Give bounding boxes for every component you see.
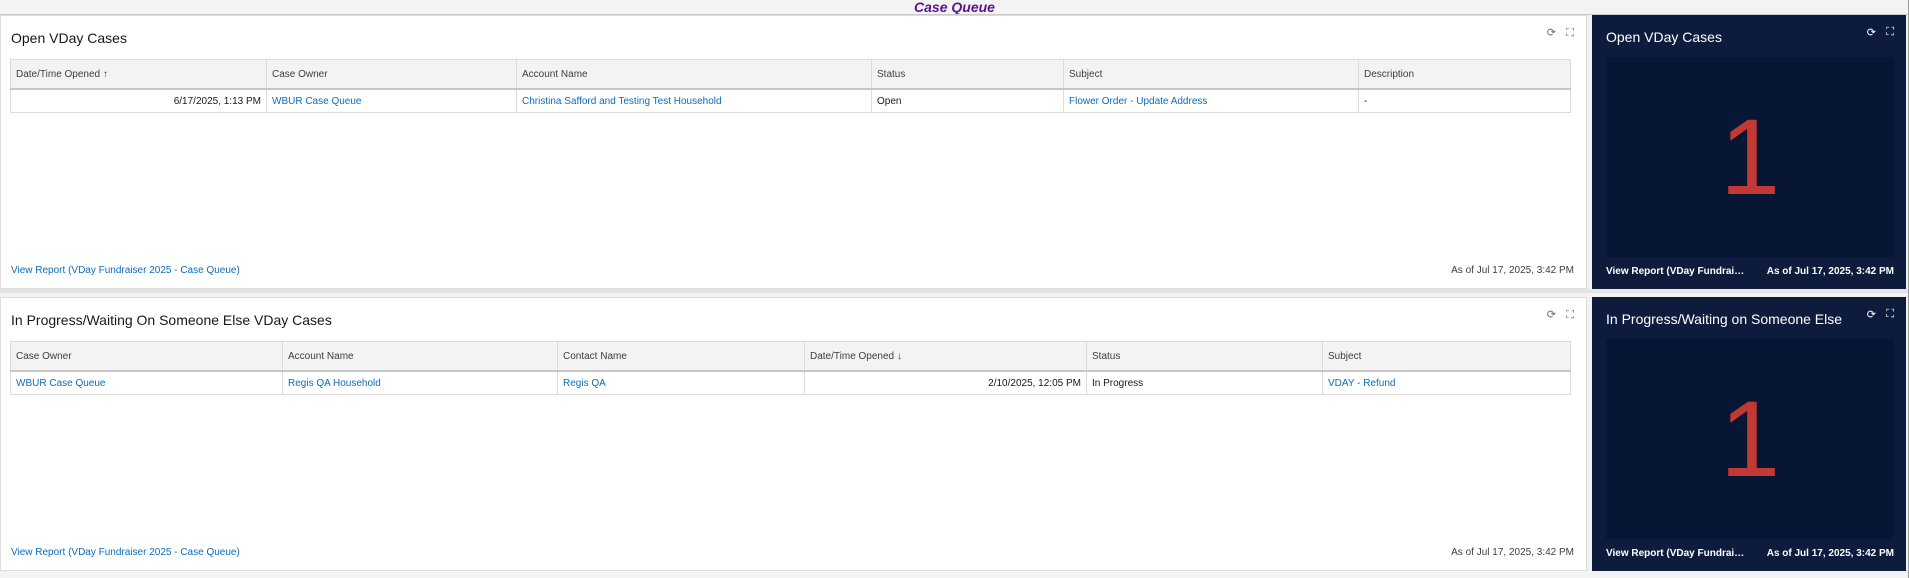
case-owner-link[interactable]: WBUR Case Queue [272,96,361,107]
cell-contact-name: Regis QA [557,371,805,395]
cell-subject: Flower Order - Update Address [1063,89,1359,113]
column-header-case-owner[interactable]: Case Owner [266,59,517,90]
cell-date-opened: 6/17/2025, 1:13 PM [10,89,267,113]
refresh-icon[interactable]: ⟳ [1867,308,1876,321]
subject-link[interactable]: VDAY - Refund [1328,378,1395,389]
table-header-row: Case Owner Account Name Contact Name Dat… [10,341,1571,372]
metric-value[interactable]: 1 [1606,103,1894,211]
column-header-date-opened[interactable]: Date/Time Opened ↑ [10,59,267,90]
metric-body: 1 [1606,339,1894,539]
view-report-link[interactable]: View Report (VDay Fundraiser 2025 - Case… [11,547,240,558]
column-header-case-owner[interactable]: Case Owner [10,341,283,372]
panel-title: In Progress/Waiting On Someone Else VDay… [11,312,332,328]
column-header-account-name[interactable]: Account Name [282,341,558,372]
in-progress-cases-table: Case Owner Account Name Contact Name Dat… [10,341,1571,395]
open-cases-table: Date/Time Opened ↑ Case Owner Account Na… [10,59,1571,113]
metric-body: 1 [1606,57,1894,257]
timestamp: As of Jul 17, 2025, 3:42 PM [1766,548,1894,559]
refresh-icon[interactable]: ⟳ [1547,27,1556,39]
column-header-description[interactable]: Description [1358,59,1571,90]
cell-account-name: Regis QA Household [282,371,558,395]
column-header-account-name[interactable]: Account Name [516,59,872,90]
expand-icon[interactable]: ⛶ [1886,308,1894,321]
table-header-row: Date/Time Opened ↑ Case Owner Account Na… [10,59,1571,90]
cell-subject: VDAY - Refund [1322,371,1571,395]
cell-account-name: Christina Safford and Testing Test House… [516,89,872,113]
column-header-subject[interactable]: Subject [1322,341,1571,372]
cell-description: - [1358,89,1571,113]
in-progress-cases-panel: In Progress/Waiting On Someone Else VDay… [0,297,1587,571]
timestamp: As of Jul 17, 2025, 3:42 PM [1451,547,1574,558]
open-vday-cases-panel: Open VDay Cases ⟳ ⛶ Date/Time Opened ↑ C… [0,15,1587,289]
refresh-icon[interactable]: ⟳ [1867,26,1876,39]
cell-case-owner: WBUR Case Queue [10,371,283,395]
timestamp: As of Jul 17, 2025, 3:42 PM [1766,266,1894,277]
view-report-link[interactable]: View Report (VDay Fundraiser... [1606,266,1746,277]
section-divider [0,289,1909,293]
sort-descending-icon: ↓ [896,350,902,362]
table-row: WBUR Case Queue Regis QA Household Regis… [10,371,1571,395]
subject-link[interactable]: Flower Order - Update Address [1069,96,1207,107]
account-name-link[interactable]: Christina Safford and Testing Test House… [522,96,722,107]
metric-title: In Progress/Waiting on Someone Else [1606,311,1843,327]
table-row: 6/17/2025, 1:13 PM WBUR Case Queue Chris… [10,89,1571,113]
cell-status: In Progress [1086,371,1323,395]
cell-case-owner: WBUR Case Queue [266,89,517,113]
in-progress-metric: In Progress/Waiting on Someone Else ⟳ ⛶ … [1592,297,1906,571]
column-header-status[interactable]: Status [1086,341,1323,372]
expand-icon[interactable]: ⛶ [1566,27,1574,39]
column-header-date-opened[interactable]: Date/Time Opened ↓ [804,341,1087,372]
page-title: Case Queue [914,0,995,15]
cell-status: Open [871,89,1064,113]
expand-icon[interactable]: ⛶ [1566,309,1574,321]
sort-ascending-icon: ↑ [102,68,108,80]
view-report-link[interactable]: View Report (VDay Fundraiser... [1606,548,1746,559]
case-owner-link[interactable]: WBUR Case Queue [16,378,105,389]
cell-date-opened: 2/10/2025, 12:05 PM [804,371,1087,395]
account-name-link[interactable]: Regis QA Household [288,378,381,389]
open-vday-cases-metric: Open VDay Cases ⟳ ⛶ 1 View Report (VDay … [1592,15,1906,289]
metric-title: Open VDay Cases [1606,29,1722,45]
panel-title: Open VDay Cases [11,30,127,46]
column-header-subject[interactable]: Subject [1063,59,1359,90]
timestamp: As of Jul 17, 2025, 3:42 PM [1451,265,1574,276]
column-header-contact-name[interactable]: Contact Name [557,341,805,372]
metric-value[interactable]: 1 [1606,385,1894,493]
view-report-link[interactable]: View Report (VDay Fundraiser 2025 - Case… [11,265,240,276]
refresh-icon[interactable]: ⟳ [1547,309,1556,321]
expand-icon[interactable]: ⛶ [1886,26,1894,39]
contact-name-link[interactable]: Regis QA [563,378,606,389]
column-header-status[interactable]: Status [871,59,1064,90]
